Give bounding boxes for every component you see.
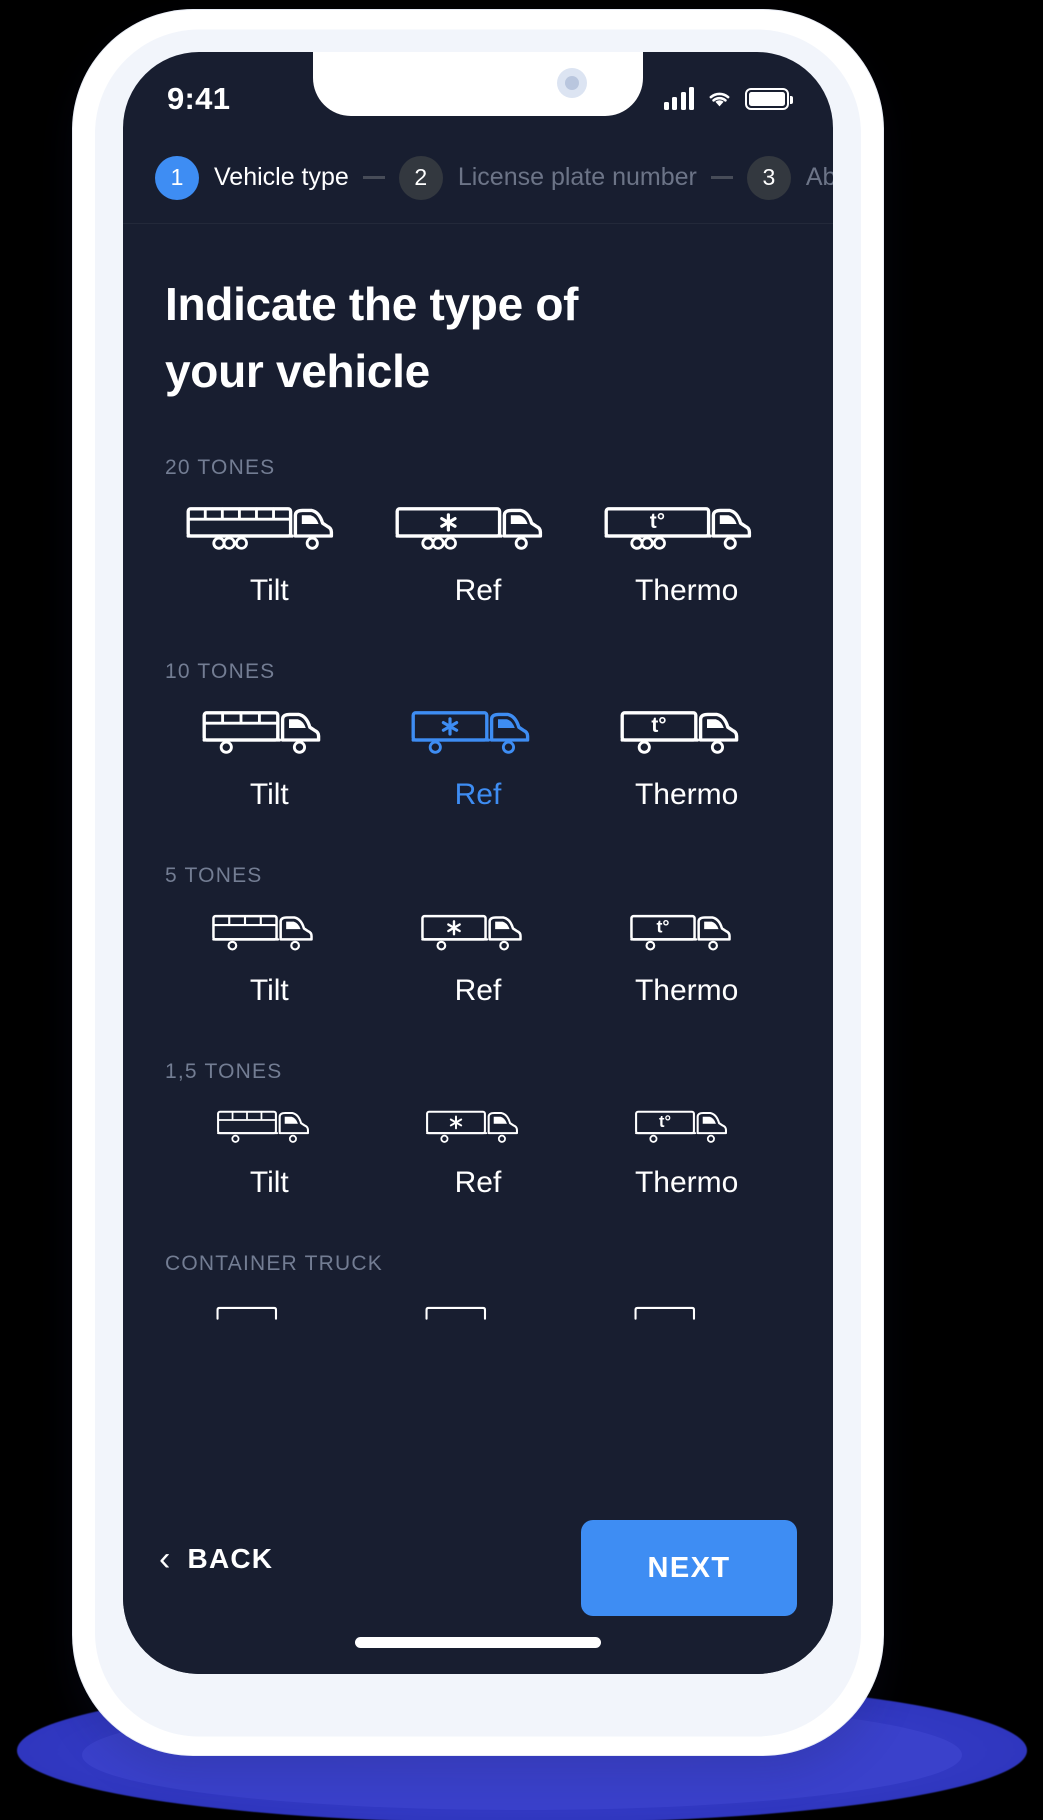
truck-tilt-icon [185, 504, 353, 560]
vehicle-group-label: CONTAINER TRUCK [165, 1252, 383, 1276]
truck-thermo-icon: t° [633, 1108, 741, 1152]
truck-thermo-icon: t° [627, 912, 747, 960]
truck-container-icon [633, 1300, 741, 1326]
vehicle-option-grid [165, 1300, 791, 1326]
footer-bar: ‹ BACK NEXT [123, 1506, 833, 1674]
vehicle-option-tilt[interactable]: Tilt [165, 708, 374, 812]
vehicle-option-ref[interactable]: Ref [374, 504, 583, 608]
status-bar-indicators [663, 74, 793, 110]
truck-tilt-icon [209, 912, 329, 960]
vehicle-option-label: Tilt [249, 574, 289, 608]
vehicle-option-ref[interactable]: Ref [374, 912, 583, 1008]
next-button[interactable]: NEXT [581, 1520, 797, 1616]
truck-tilt-icon [200, 708, 338, 764]
progress-stepper: 1 Vehicle type 2 License plate number 3 … [123, 132, 833, 224]
vehicle-option-grid: Tilt Ref t° Thermo [165, 504, 791, 608]
truck-ref-icon [418, 912, 538, 960]
step-2-number: 2 [398, 155, 443, 200]
status-bar-time: 9:41 [167, 81, 231, 116]
truck-thermo-icon: t° [603, 504, 771, 560]
vehicle-option-label: Thermo [634, 778, 739, 812]
vehicle-option-grid: Tilt Ref t° Thermo [165, 912, 791, 1008]
truck-ref-icon [394, 504, 562, 560]
vehicle-option-grid: Tilt Ref t° Thermo [165, 1108, 791, 1200]
vehicle-option-label: Tilt [249, 778, 289, 812]
screenshot-stage: 9:41 1 Vehicle type 2 License plate numb… [0, 0, 1043, 1820]
vehicle-group-label: 1,5 TONES [165, 1060, 283, 1084]
svg-text:t°: t° [651, 714, 666, 737]
truck-container-icon [215, 1300, 323, 1326]
step-divider-1 [362, 176, 385, 179]
svg-text:t°: t° [649, 510, 664, 533]
back-button[interactable]: ‹ BACK [159, 1520, 273, 1576]
truck-thermo-icon: t° [618, 708, 756, 764]
vehicle-option-label: Thermo [634, 974, 739, 1008]
vehicle-group: 20 TONES Tilt Ref t° Thermo [165, 404, 791, 608]
vehicle-option-ref[interactable]: Ref [374, 708, 583, 812]
vehicle-option-ref[interactable]: Ref [374, 1108, 583, 1200]
signal-icon [663, 87, 694, 110]
vehicle-group: 5 TONES Tilt Ref t° Thermo [165, 812, 791, 1008]
front-camera-icon [557, 68, 587, 98]
vehicle-type-list[interactable]: Indicate the type of your vehicle 20 TON… [123, 225, 833, 1506]
vehicle-option-label: Ref [454, 574, 502, 608]
vehicle-group-label: 20 TONES [165, 456, 276, 480]
vehicle-option-thermo[interactable]: t° Thermo [582, 708, 791, 812]
vehicle-option-container[interactable] [165, 1300, 374, 1326]
step-1-vehicle-type[interactable]: 1 Vehicle type [155, 155, 349, 200]
vehicle-option-label: Thermo [634, 574, 739, 608]
vehicle-group-label: 10 TONES [165, 660, 276, 684]
vehicle-option-container[interactable] [374, 1300, 583, 1326]
vehicle-group: CONTAINER TRUCK [165, 1200, 791, 1326]
vehicle-option-label: Ref [454, 778, 502, 812]
truck-ref-icon [409, 708, 547, 764]
vehicle-group: 1,5 TONES Tilt Ref t° Thermo [165, 1008, 791, 1200]
battery-icon [745, 88, 793, 110]
svg-text:t°: t° [656, 917, 669, 937]
vehicle-option-container[interactable] [582, 1300, 791, 1326]
page-title: Indicate the type of your vehicle [165, 278, 579, 397]
vehicle-option-label: Ref [454, 974, 502, 1008]
chevron-left-icon: ‹ [159, 1540, 172, 1578]
vehicle-option-label: Tilt [249, 1166, 289, 1200]
wifi-icon [706, 89, 733, 109]
vehicle-option-tilt[interactable]: Tilt [165, 1108, 374, 1200]
svg-text:t°: t° [659, 1113, 671, 1131]
vehicle-option-tilt[interactable]: Tilt [165, 504, 374, 608]
step-divider-2 [710, 176, 733, 179]
step-1-label: Vehicle type [214, 163, 349, 191]
step-3-label: Ab [805, 163, 833, 191]
vehicle-groups: 20 TONES Tilt Ref t° Thermo 10 TONES Til… [165, 404, 791, 1326]
device-notch [313, 52, 643, 116]
phone-frame: 9:41 1 Vehicle type 2 License plate numb… [73, 10, 883, 1755]
step-3-about[interactable]: 3 Ab [746, 155, 833, 200]
vehicle-group: 10 TONES Tilt Ref t° Thermo [165, 608, 791, 812]
truck-ref-icon [424, 1108, 532, 1152]
vehicle-option-grid: Tilt Ref t° Thermo [165, 708, 791, 812]
step-2-license-plate[interactable]: 2 License plate number [398, 155, 697, 200]
vehicle-option-thermo[interactable]: t° Thermo [582, 504, 791, 608]
vehicle-group-label: 5 TONES [165, 864, 263, 888]
vehicle-option-label: Tilt [249, 974, 289, 1008]
step-2-label: License plate number [457, 163, 697, 191]
back-button-label: BACK [187, 1543, 274, 1574]
truck-container-icon [424, 1300, 532, 1326]
home-indicator[interactable] [355, 1637, 601, 1648]
vehicle-option-tilt[interactable]: Tilt [165, 912, 374, 1008]
truck-tilt-icon [215, 1108, 323, 1152]
vehicle-option-label: Thermo [634, 1166, 739, 1200]
vehicle-option-thermo[interactable]: t° Thermo [582, 1108, 791, 1200]
step-1-number: 1 [155, 155, 199, 200]
phone-screen: 9:41 1 Vehicle type 2 License plate numb… [123, 52, 833, 1674]
step-3-number: 3 [746, 155, 791, 200]
vehicle-option-thermo[interactable]: t° Thermo [582, 912, 791, 1008]
vehicle-option-label: Ref [454, 1166, 502, 1200]
